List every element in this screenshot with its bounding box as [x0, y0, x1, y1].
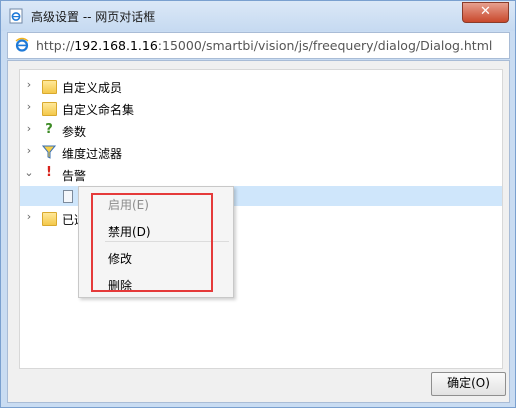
folder-icon: [42, 212, 57, 226]
address-url: http://192.168.1.16:15000/smartbi/vision…: [36, 38, 492, 53]
question-icon: ?: [45, 122, 53, 137]
ie-page-icon: [9, 8, 23, 24]
alert-icon: !: [46, 165, 52, 180]
ok-button[interactable]: 确定(O): [431, 372, 506, 396]
menu-item-delete[interactable]: 删除: [79, 273, 233, 295]
close-button[interactable]: ✕: [462, 2, 509, 23]
chevron-down-icon[interactable]: ⌄: [24, 167, 34, 178]
window-title: 高级设置 -- 网页对话框: [31, 10, 156, 24]
tree-item-parameters[interactable]: › ? 参数: [20, 120, 502, 140]
filter-icon: [42, 145, 56, 159]
document-icon: [63, 190, 73, 203]
tree-item-alerts[interactable]: ⌄ ! 告警: [20, 164, 502, 184]
menu-item-disable[interactable]: 禁用(D): [79, 219, 233, 241]
chevron-right-icon[interactable]: ›: [24, 211, 34, 222]
ie-logo-icon: [15, 37, 29, 52]
chevron-right-icon[interactable]: ›: [24, 123, 34, 134]
chevron-right-icon[interactable]: ›: [24, 101, 34, 112]
address-bar[interactable]: http://192.168.1.16:15000/smartbi/vision…: [7, 32, 510, 59]
title-bar[interactable]: 高级设置 -- 网页对话框 ✕: [1, 1, 515, 31]
url-path: :15000/smartbi/vision/js/freequery/dialo…: [157, 38, 493, 53]
tree-item-label: 告警: [62, 169, 87, 183]
menu-item-label: 修改: [108, 252, 133, 266]
folder-icon: [42, 102, 57, 116]
url-host: 192.168.1.16: [74, 38, 158, 53]
menu-item-label: 禁用(D): [108, 225, 151, 239]
tree-item-label: 自定义命名集: [62, 103, 135, 117]
menu-item-label: 删除: [108, 279, 133, 293]
tree-item-label: 自定义成员: [62, 81, 123, 95]
menu-item-label: 启用(E): [108, 198, 149, 212]
menu-separator: [105, 241, 229, 242]
tree-item-label: 参数: [62, 125, 87, 139]
tree-item-dimension-filters[interactable]: › 维度过滤器: [20, 142, 502, 162]
folder-icon: [42, 80, 57, 94]
tree-item-label: 维度过滤器: [62, 147, 123, 161]
tree-item-custom-named-sets[interactable]: › 自定义命名集: [20, 98, 502, 118]
close-icon: ✕: [480, 4, 491, 19]
menu-item-edit[interactable]: 修改: [79, 246, 233, 268]
menu-item-enable: 启用(E): [79, 192, 233, 214]
tree-item-custom-members[interactable]: › 自定义成员: [20, 76, 502, 96]
chevron-right-icon[interactable]: ›: [24, 145, 34, 156]
chevron-right-icon[interactable]: ›: [24, 79, 34, 90]
context-menu: 启用(E) 禁用(D) 修改 删除: [78, 186, 234, 298]
url-scheme: http://: [36, 38, 75, 53]
